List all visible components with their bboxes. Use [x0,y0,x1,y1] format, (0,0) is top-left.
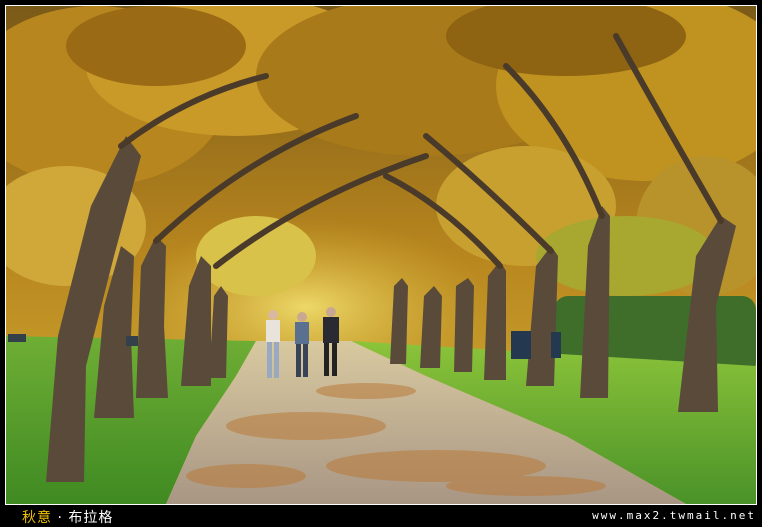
caption-bar: 秋意 · 布拉格 www.max2.twmail.net [0,505,762,526]
autumn-park-photo [6,6,756,504]
trash-bin [551,332,561,358]
trash-bin [511,331,531,359]
caption-title-highlight: 秋意 [22,510,52,526]
bench [8,334,26,342]
bench [126,336,138,346]
caption-title-rest: 布拉格 [68,510,114,526]
photo-frame: 秋意 · 布拉格 www.max2.twmail.net [0,0,762,526]
caption-separator: · [57,510,63,526]
caption-website: www.max2.twmail.net [592,509,756,522]
photo-scene [6,6,756,504]
caption-title: 秋意 · 布拉格 [22,507,113,527]
